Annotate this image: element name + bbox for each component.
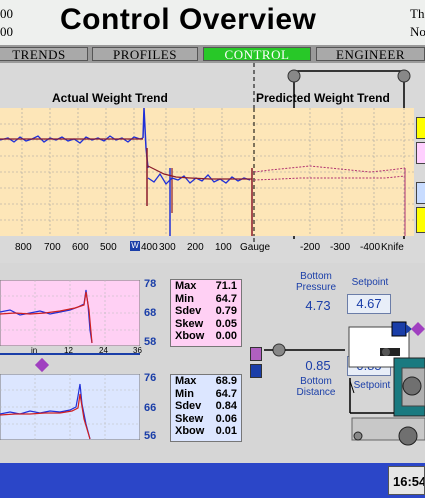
trend-x-tick: -400 <box>360 242 381 253</box>
stat-label: Min <box>175 387 194 400</box>
actual-trend-plot <box>0 108 254 236</box>
pressure-setpoint-field[interactable]: 4.67 <box>347 294 391 314</box>
bottom-distance-value: 0.85 <box>305 358 331 373</box>
top-scale-mid: 68 <box>144 307 157 319</box>
clock-display: 16:54 <box>388 466 425 495</box>
stat-row: Sdev 0.84 <box>171 400 241 413</box>
trend-x-tick: 700 <box>44 242 61 253</box>
stat-label: Skew <box>175 317 204 330</box>
bottom-pressure-label: Bottom Pressure <box>295 271 336 293</box>
stat-value: 0.84 <box>215 400 237 413</box>
stat-label: Max <box>175 280 197 292</box>
stat-row: Min 64.7 <box>171 293 241 306</box>
stat-value: 0.06 <box>215 412 237 425</box>
wind-marker[interactable]: W <box>130 241 140 251</box>
trend-x-tick: 500 <box>100 242 117 253</box>
stat-label: Sdev <box>175 305 202 318</box>
header-left-line2: 00 <box>0 24 13 39</box>
pressure-setpoint-label: Setpoint <box>351 277 389 288</box>
x-axis-in: in <box>31 346 38 355</box>
top-profile-chart <box>0 280 140 346</box>
stat-row: Min 64.7 <box>171 388 241 401</box>
status-indicator-yellow-2 <box>416 207 425 233</box>
trend-x-tick: Gauge <box>240 242 271 253</box>
stat-value: 64.7 <box>215 292 237 305</box>
trend-x-tick: 800 <box>15 242 32 253</box>
stat-value: 68.9 <box>215 375 237 387</box>
top-scale-max: 78 <box>144 278 157 290</box>
bottom-stats-box: Max 68.9 Min 64.7 Sdev 0.84 Skew 0.06 Xbow 0.… <box>170 374 242 442</box>
trend-x-tick: 600 <box>72 242 89 253</box>
stat-label: Xbow <box>175 425 205 438</box>
stat-row: Max 68.9 <box>171 375 241 388</box>
stat-row: Skew 0.05 <box>171 318 241 331</box>
stat-value: 64.7 <box>215 387 237 400</box>
stat-label: Min <box>175 292 194 305</box>
trend-x-tick: Knife <box>381 242 404 253</box>
stat-row: Xbow 0.00 <box>171 330 241 343</box>
tab-profiles[interactable]: PROFILES <box>92 47 198 62</box>
bottom-scale-min: 56 <box>144 430 157 442</box>
trend-x-tick: 100 <box>215 242 232 253</box>
stat-value: 0.01 <box>215 425 237 438</box>
trend-x-tick: 200 <box>187 242 204 253</box>
header-left-line1: 00 <box>0 6 13 21</box>
stat-label: Sdev <box>175 400 202 413</box>
trend-x-tick: 300 <box>159 242 176 253</box>
machine-graphic <box>348 321 425 446</box>
stat-row: Xbow 0.01 <box>171 425 241 438</box>
header-right-line2: No <box>410 24 425 39</box>
bottom-distance-label: Bottom Distance <box>296 376 336 398</box>
bottom-scale-max: 76 <box>144 372 157 384</box>
top-scale-min: 58 <box>144 336 157 348</box>
footer-bar <box>0 463 425 498</box>
tab-trends[interactable]: TRENDS <box>0 47 88 62</box>
bottom-scale-mid: 66 <box>144 402 157 414</box>
bottom-pressure-value: 4.73 <box>305 298 331 313</box>
stat-label: Max <box>175 375 197 387</box>
trend-x-tick: -200 <box>300 242 321 253</box>
stat-value: 71.1 <box>215 280 237 292</box>
x-axis-36: 36 <box>133 346 142 355</box>
status-indicator-yellow <box>416 117 425 139</box>
stat-row: Sdev 0.79 <box>171 305 241 318</box>
page-title: Control Overview <box>60 3 317 36</box>
stat-value: 0.00 <box>215 330 237 343</box>
stat-value: 0.79 <box>215 305 237 318</box>
weight-trend-chart <box>0 108 414 236</box>
trend-x-tick: -300 <box>330 242 351 253</box>
stat-row: Skew 0.06 <box>171 413 241 426</box>
status-indicator-blue <box>416 182 425 204</box>
blue-marker[interactable] <box>250 364 262 378</box>
header-right-line1: Th <box>410 6 425 21</box>
trend-x-tick: 400 <box>141 242 158 253</box>
tab-control[interactable]: CONTROL <box>203 47 311 62</box>
top-stats-box: Max 71.1 Min 64.7 Sdev 0.79 Skew 0.05 Xbow 0.… <box>170 279 242 347</box>
x-axis-12: 12 <box>64 346 73 355</box>
status-indicator-pink <box>416 142 425 164</box>
tab-engineer[interactable]: ENGINEER <box>316 47 425 62</box>
stat-label: Xbow <box>175 330 205 343</box>
bottom-profile-chart <box>0 374 140 440</box>
stat-row: Max 71.1 <box>171 280 241 293</box>
stat-label: Skew <box>175 412 204 425</box>
stat-value: 0.05 <box>215 317 237 330</box>
purple-marker[interactable] <box>250 347 262 361</box>
x-axis-24: 24 <box>99 346 108 355</box>
